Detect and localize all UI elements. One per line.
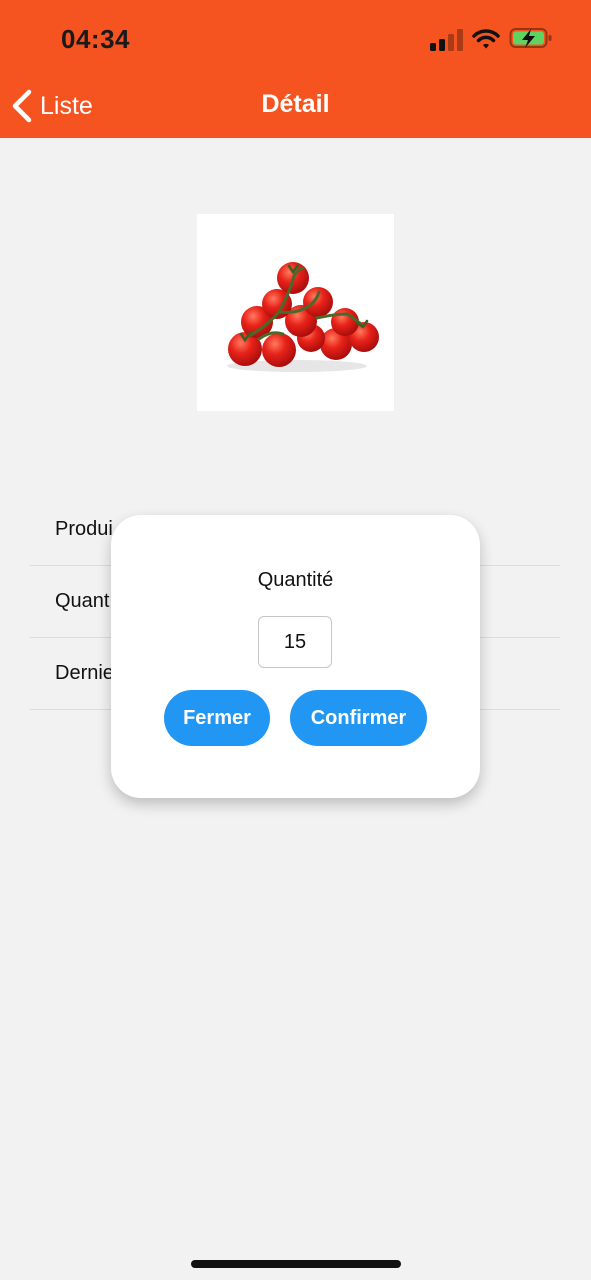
- top-bar: 04:34 Liste Détail: [0, 0, 591, 138]
- status-icons: [430, 26, 555, 52]
- page-title: Détail: [261, 90, 330, 118]
- wifi-icon: [472, 29, 500, 49]
- close-button[interactable]: Fermer: [164, 690, 270, 746]
- quantity-input[interactable]: [258, 616, 332, 668]
- status-time: 04:34: [61, 24, 130, 54]
- detail-row-label: Dernie: [55, 662, 114, 684]
- confirm-button[interactable]: Confirmer: [290, 690, 427, 746]
- battery-charging-icon: [509, 28, 552, 48]
- cherry-tomatoes-image: [227, 262, 379, 372]
- modal-title: Quantité: [257, 569, 334, 591]
- product-image: [197, 214, 394, 411]
- home-indicator[interactable]: [191, 1260, 401, 1268]
- detail-row-label: Quant: [55, 590, 110, 612]
- cellular-signal-icon: [430, 29, 463, 51]
- quantity-modal: Quantité Fermer Confirmer: [111, 515, 480, 798]
- detail-row-label: Produi: [55, 518, 113, 540]
